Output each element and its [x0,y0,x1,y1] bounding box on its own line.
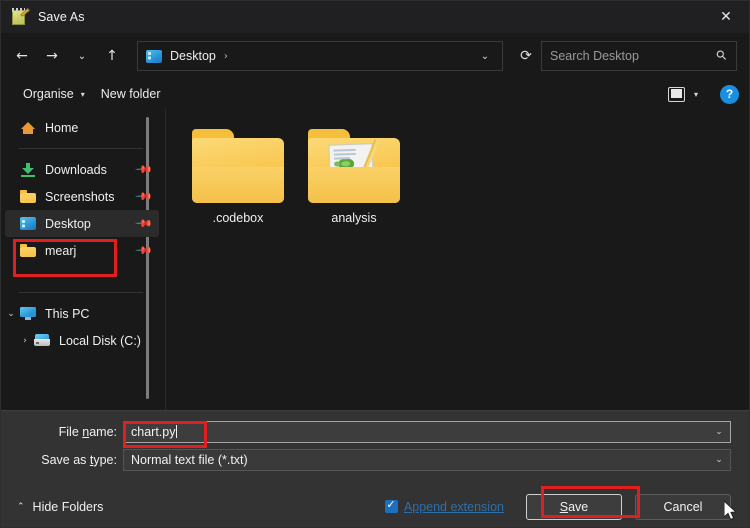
notepad-icon [11,8,30,26]
address-bar[interactable]: Desktop › ⌄ [137,41,503,71]
navigation-bar: ← → ⌄ ↑ Desktop › ⌄ ⟳ Search Desktop ⚲ [1,33,749,79]
filetype-select[interactable]: Normal text file (*.txt) ⌄ [123,449,731,471]
hide-folders-button[interactable]: ⌃ Hide Folders [17,500,103,514]
sidebar-item-label: Downloads [45,162,107,177]
filename-label-pre: File [58,425,83,439]
filename-input[interactable]: chart.py ⌄ [123,421,731,443]
filetype-row: Save as type: Normal text file (*.txt) ⌄ [1,449,749,471]
save-button[interactable]: Save [526,493,622,520]
folder-icon [19,244,37,257]
chevron-down-icon[interactable]: ⌄ [710,455,728,465]
forward-button[interactable]: → [37,41,67,71]
desktop-icon [146,49,162,63]
help-icon[interactable]: ? [720,84,739,104]
chevron-down-icon[interactable]: ⌄ [472,43,498,69]
pin-icon[interactable]: 📌 [135,187,154,206]
refresh-icon[interactable]: ⟳ [511,41,541,71]
file-item-codebox[interactable]: .codebox [180,123,296,243]
up-button[interactable]: ↑ [97,41,127,71]
save-form: File name: chart.py ⌄ Save as type: Norm… [1,410,749,527]
file-item-analysis[interactable]: analysis [296,123,412,243]
close-icon[interactable]: ✕ [703,1,749,33]
breadcrumb-desktop[interactable]: Desktop [169,49,217,63]
cancel-label: Cancel [663,499,703,514]
sidebar-item-label: This PC [45,306,90,321]
view-layout-icon [667,86,685,102]
sidebar-item-screenshots[interactable]: Screenshots 📌 [5,183,159,210]
hide-folders-label: Hide Folders [32,499,104,514]
desktop-icon [19,217,37,230]
file-item-label: .codebox [212,211,264,225]
sidebar-item-label: Local Disk (C:) [59,333,141,348]
pc-icon [19,307,37,320]
append-extension-option[interactable]: Append extension [384,498,504,514]
sidebar-item-desktop[interactable]: Desktop 📌 [5,210,159,237]
chevron-down-icon[interactable]: ⌄ [3,309,19,319]
view-options-button[interactable]: ▾ [660,84,706,105]
breadcrumb-separator-icon: › [223,50,228,62]
pin-icon[interactable]: 📌 [135,214,154,233]
filetype-value: Normal text file (*.txt) [131,453,248,467]
downloads-icon [19,162,37,177]
sidebar-item-label: mearj [45,243,77,258]
pin-icon[interactable]: 📌 [135,160,154,179]
text-caret [176,425,178,438]
title-bar: Save As ✕ [1,1,749,33]
back-button[interactable]: ← [7,41,37,71]
dialog-body: Home Downloads 📌 Screenshots 📌 Desktop 📌… [1,109,749,410]
folder-icon [192,129,284,203]
sidebar-item-label: Home [45,120,79,135]
folder-icon [19,190,37,203]
sidebar-divider [19,292,143,293]
sidebar-item-this-pc[interactable]: ⌄ This PC [5,300,159,327]
filename-row: File name: chart.py ⌄ [1,421,749,443]
home-icon [19,121,37,134]
mouse-cursor-icon [724,501,738,521]
search-box[interactable]: Search Desktop ⚲ [541,41,737,71]
chevron-down-icon[interactable]: ⌄ [710,427,728,437]
chevron-up-icon: ⌃ [17,501,25,512]
chevron-down-icon: ▾ [80,89,85,99]
filename-label-post: ame: [89,425,117,439]
chevron-right-icon[interactable]: › [17,336,33,346]
save-as-dialog: Save As ✕ ← → ⌄ ↑ Desktop › ⌄ ⟳ Search D… [0,0,750,528]
cancel-button[interactable]: Cancel [635,493,731,520]
append-extension-label[interactable]: Append extension [404,500,504,514]
folder-icon [308,129,400,203]
window-title: Save As [38,10,85,24]
new-folder-label: New folder [100,87,161,101]
filename-label: File name: [1,425,123,439]
command-toolbar: Organise ▾ New folder ▾ ? [1,79,749,109]
filetype-label: Save as type: [1,453,123,467]
sidebar-divider [19,148,143,149]
file-item-label: analysis [331,211,377,225]
filetype-label-pre: Save as [41,453,90,467]
sidebar-item-label: Screenshots [45,189,115,204]
sidebar-item-home[interactable]: Home [5,114,159,141]
organise-button[interactable]: Organise ▾ [15,84,93,104]
sidebar-item-local-disk-c[interactable]: › Local Disk (C:) [5,327,159,354]
search-input[interactable]: Search Desktop [550,49,718,63]
sidebar-item-label: Desktop [45,216,91,231]
file-list-pane[interactable]: .codebox analysis [166,109,749,410]
sidebar-item-downloads[interactable]: Downloads 📌 [5,156,159,183]
navigation-pane: Home Downloads 📌 Screenshots 📌 Desktop 📌… [1,109,166,410]
new-folder-button[interactable]: New folder [93,84,169,104]
filename-value: chart.py [131,425,176,439]
recent-locations-button[interactable]: ⌄ [67,41,97,71]
append-extension-checkbox[interactable] [384,498,398,513]
save-label-key: S [559,499,569,514]
save-label-post: ave [568,499,589,514]
pin-icon[interactable]: 📌 [135,241,154,260]
action-bar: ⌃ Hide Folders Append extension Save Can… [1,477,749,527]
chevron-down-icon: ▾ [693,89,698,99]
organise-label: Organise [23,87,74,101]
sidebar-item-mearj[interactable]: mearj 📌 [5,237,159,264]
filetype-label-post: ype: [93,453,117,467]
drive-icon [33,334,51,347]
